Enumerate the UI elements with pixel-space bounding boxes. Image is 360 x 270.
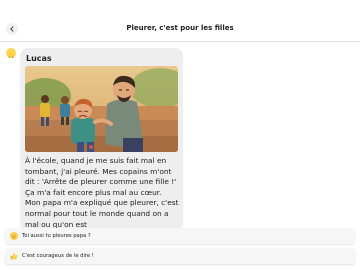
crying-face-icon (9, 231, 19, 241)
suggestion-label: Toi aussi tu pleures papa ? (22, 233, 91, 239)
sender-name: Lucas (26, 54, 52, 63)
message-text: À l'école, quand je me suis fait mal en … (25, 156, 179, 229)
story-illustration (25, 66, 178, 152)
smiling-face-icon (6, 48, 16, 58)
suggestion-button-1[interactable]: Toi aussi tu pleures papa ? (5, 228, 355, 244)
suggestion-label: C'est courageux de le dire ! (22, 253, 94, 259)
thumbs-up-icon (9, 251, 19, 261)
page-title: Pleurer, c'est pour les filles (126, 24, 234, 32)
message-bubble: Lucas À l'école, quand je me suis fait m… (20, 48, 183, 231)
suggestion-button-2[interactable]: C'est courageux de le dire ! (5, 248, 355, 264)
header-bar: Pleurer, c'est pour les filles (0, 0, 360, 42)
